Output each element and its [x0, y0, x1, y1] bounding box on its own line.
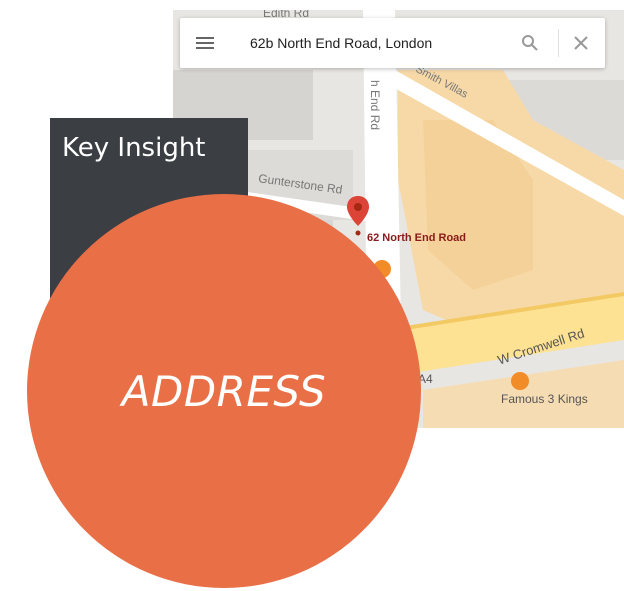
search-input[interactable]	[250, 35, 500, 51]
north-end-rd-label: h End Rd	[368, 80, 382, 131]
bar-poi-icon[interactable]	[511, 372, 529, 390]
close-button[interactable]	[559, 18, 603, 68]
pin-label: 62 North End Road	[367, 232, 467, 244]
famous-3-kings-label[interactable]: Famous 3 Kings	[501, 392, 588, 406]
address-label: ADDRESS	[121, 366, 327, 416]
address-circle: ADDRESS	[27, 194, 421, 588]
close-icon	[574, 36, 588, 50]
search-button[interactable]	[512, 18, 548, 68]
key-insight-title: Key Insight	[62, 133, 206, 163]
hamburger-menu-icon	[196, 37, 214, 49]
search-icon	[522, 35, 538, 51]
location-pin-icon[interactable]	[347, 196, 369, 236]
menu-button[interactable]	[180, 18, 230, 68]
map-search-bar	[180, 18, 605, 68]
